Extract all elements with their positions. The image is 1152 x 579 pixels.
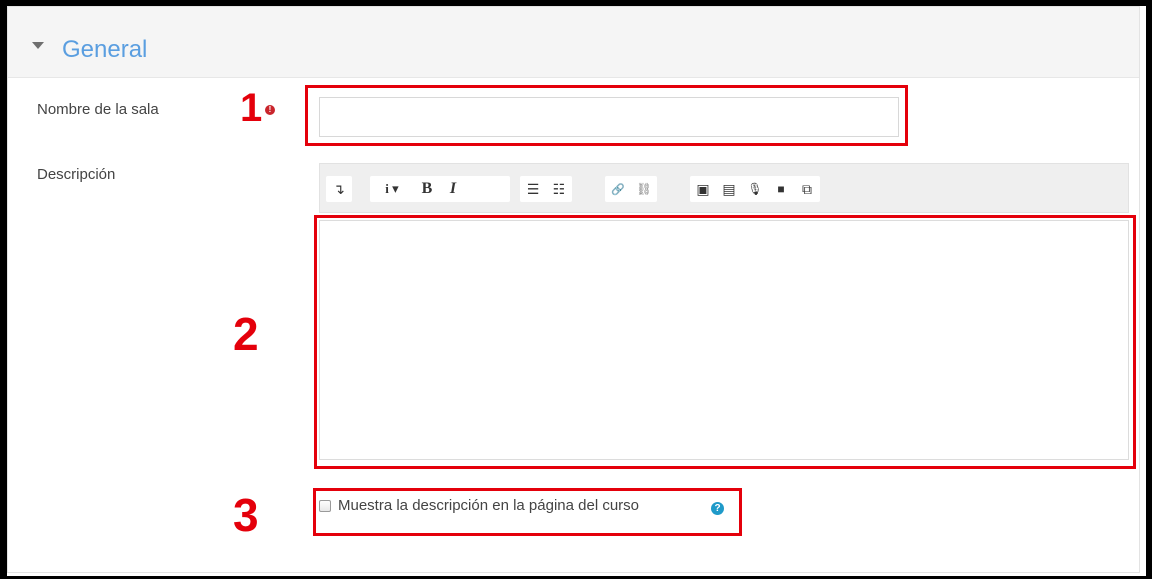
unlink-icon[interactable]: ⛓ <box>631 176 657 202</box>
section-title[interactable]: General <box>62 35 147 65</box>
toolbar-group: ☰ ☷ <box>520 176 572 202</box>
media-icon[interactable]: ▤ <box>716 176 742 202</box>
image-icon[interactable]: ▣ <box>690 176 716 202</box>
toolbar-group: 🔗 ⛓ <box>605 176 657 202</box>
toolbar-toggle-icon[interactable]: ↴ <box>326 176 352 202</box>
record-audio-icon[interactable]: 🎙 <box>742 176 768 202</box>
description-editor[interactable] <box>319 220 1129 460</box>
room-name-input[interactable] <box>319 97 899 137</box>
ordered-list-icon[interactable]: ☷ <box>546 176 572 202</box>
link-icon[interactable]: 🔗 <box>605 176 631 202</box>
toolbar-group: i ▾ B I <box>370 176 510 202</box>
toolbar-group: ↴ <box>326 176 352 202</box>
bold-icon[interactable]: B <box>414 176 440 202</box>
editor-toolbar: ↴ i ▾ B I ☰ ☷ 🔗 ⛓ ▣ ▤ 🎙 ■ ⧉ <box>319 163 1129 213</box>
paragraph-styles-icon[interactable]: i ▾ <box>370 176 414 202</box>
annotation-number-1: 1 <box>240 86 263 130</box>
annotation-number-3: 3 <box>233 489 259 541</box>
manage-files-icon[interactable]: ⧉ <box>794 176 820 202</box>
toolbar-group: ▣ ▤ 🎙 ■ ⧉ <box>690 176 820 202</box>
show-description-label[interactable]: Muestra la descripción en la página del … <box>338 497 639 514</box>
unordered-list-icon[interactable]: ☰ <box>520 176 546 202</box>
caret-down-icon[interactable] <box>32 42 44 49</box>
show-description-checkbox[interactable] <box>319 500 331 512</box>
required-icon: ! <box>265 105 275 115</box>
italic-icon[interactable]: I <box>440 176 466 202</box>
name-label: Nombre de la sala <box>37 101 159 118</box>
record-video-icon[interactable]: ■ <box>768 176 794 202</box>
section-header[interactable]: General <box>8 7 1139 78</box>
annotation-number-2: 2 <box>233 308 259 360</box>
help-icon[interactable]: ? <box>711 502 724 515</box>
description-label: Descripción <box>37 166 116 183</box>
